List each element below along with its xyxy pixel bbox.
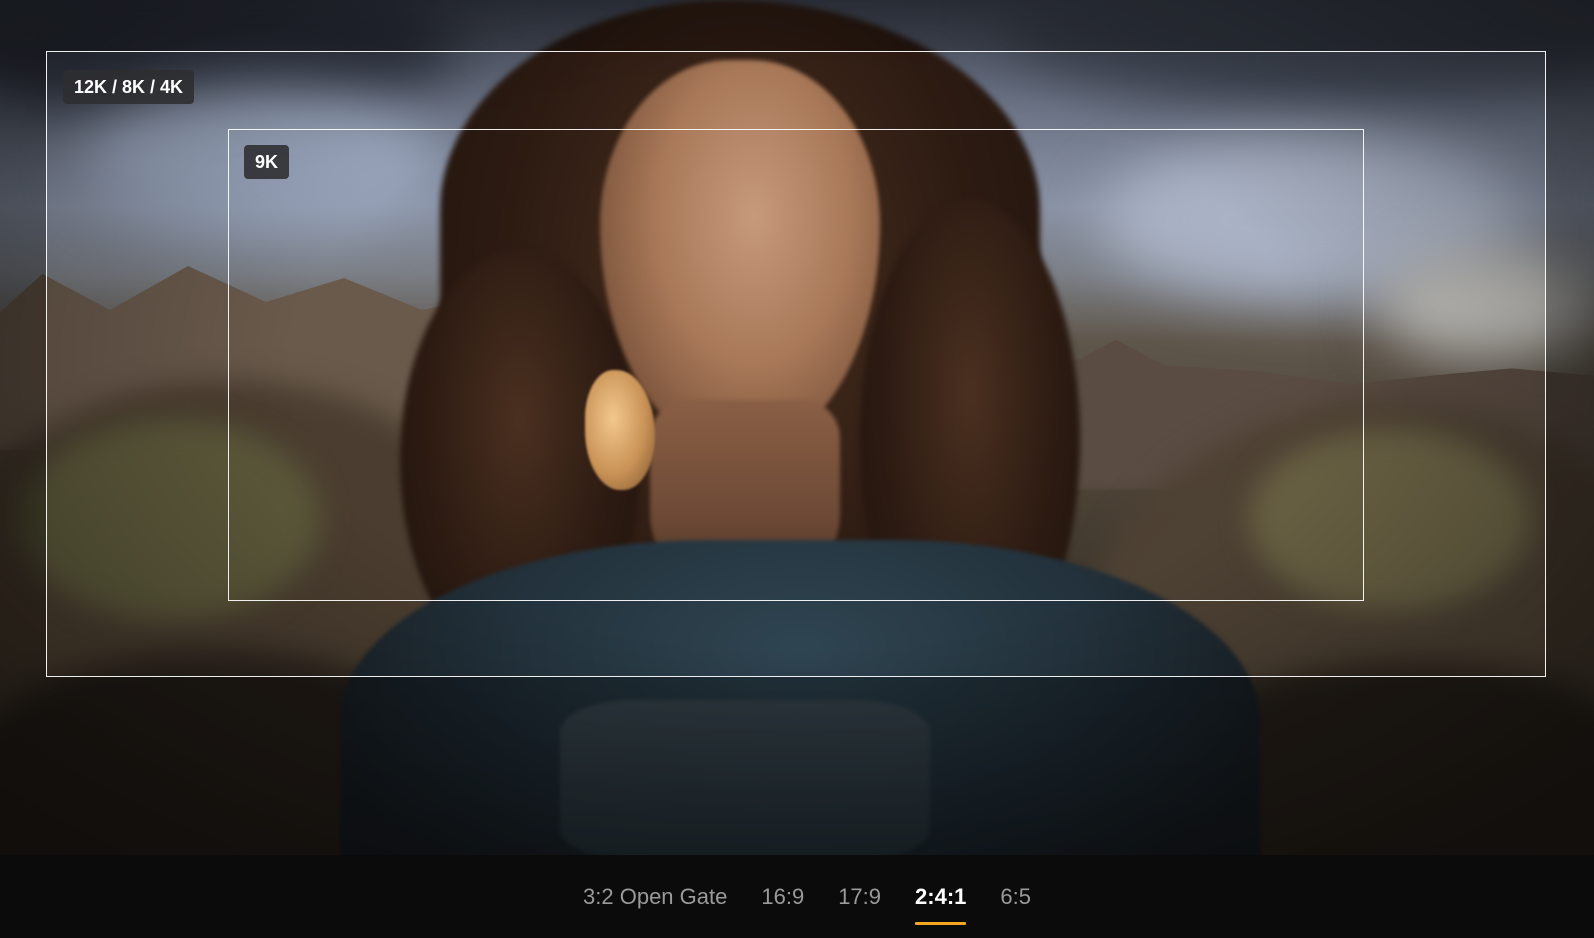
tab-2-4-1[interactable]: 2:4:1 [915,877,967,925]
tab-6-5[interactable]: 6:5 [1000,877,1031,917]
tab-3-2-open-gate[interactable]: 3:2 Open Gate [583,877,727,917]
dim-left [0,51,46,677]
outer-frame-label: 12K / 8K / 4K [63,70,195,104]
aspect-ratio-bar: 3:2 Open Gate 16:9 17:9 2:4:1 6:5 [0,855,1594,938]
dim-top [0,0,1594,51]
dim-right [1546,51,1594,677]
tab-17-9[interactable]: 17:9 [838,877,881,917]
tab-16-9[interactable]: 16:9 [761,877,804,917]
dim-bottom [0,677,1594,855]
sample-image-preview: 12K / 8K / 4K 9K [0,0,1594,855]
inner-frame-label: 9K [244,145,290,179]
inner-frame-guide [228,129,1364,601]
aspect-ratio-tabs: 3:2 Open Gate 16:9 17:9 2:4:1 6:5 [0,855,1594,938]
